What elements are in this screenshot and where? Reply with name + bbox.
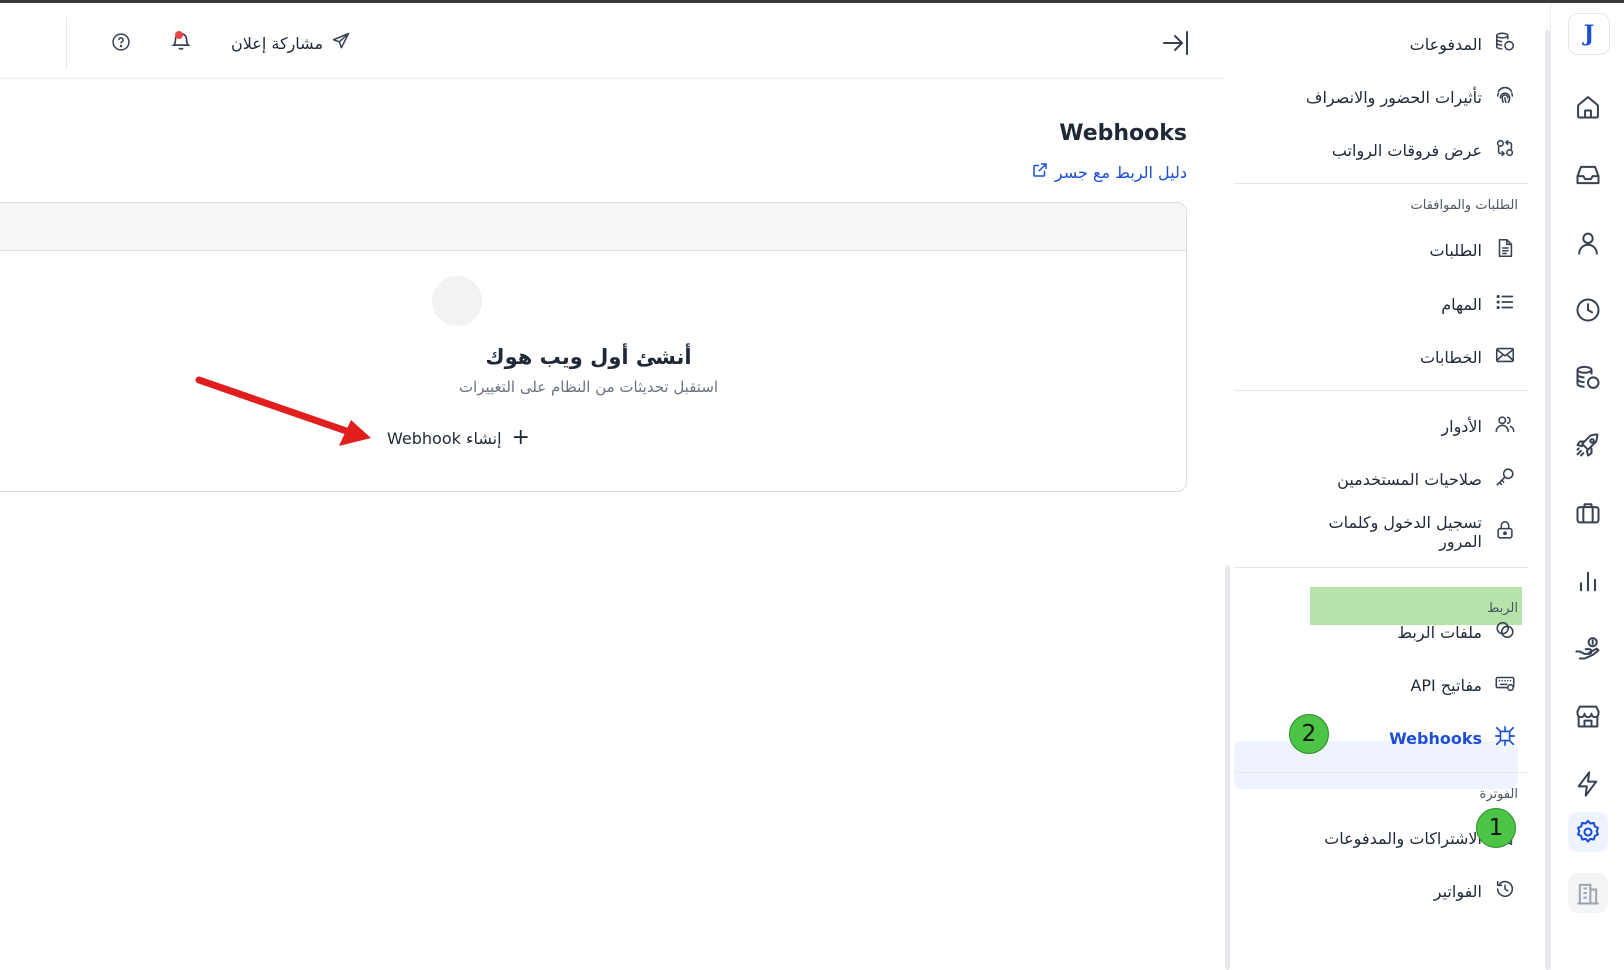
top-header: مشاركة إعلان xyxy=(0,3,1225,79)
sidebar-divider xyxy=(1234,183,1528,184)
main-content: مشاركة إعلان Webhooks دليل الربط مع جسر … xyxy=(0,3,1225,970)
mail-icon xyxy=(1494,344,1516,370)
sidebar-item-invoices[interactable]: الفواتير xyxy=(1434,878,1516,904)
icon-rail: J xyxy=(1550,3,1624,970)
sidebar-item-letters[interactable]: الخطابات xyxy=(1420,344,1516,370)
webhooks-card: أنشئ أول ويب هوك استقبل تحديثات من النظا… xyxy=(0,202,1187,492)
help-icon[interactable] xyxy=(111,32,131,52)
guide-link-label: دليل الربط مع جسر xyxy=(1054,162,1187,182)
sidebar-item-roles[interactable]: الأدوار xyxy=(1441,413,1516,439)
keyboard-icon xyxy=(1494,672,1516,698)
sidebar-divider xyxy=(1234,772,1528,773)
sidebar-item-attendance-effects[interactable]: تأثيرات الحضور والانصراف xyxy=(1306,84,1516,110)
app-logo[interactable]: J xyxy=(1568,13,1610,55)
sidebar-divider xyxy=(1234,567,1528,568)
send-icon xyxy=(331,31,351,55)
sidebar-item-integration-files[interactable]: ملفات الربط xyxy=(1397,619,1516,645)
sidebar-item-login-passwords[interactable]: تسجيل الدخول وكلمات المرور xyxy=(1312,513,1516,551)
clock-icon[interactable] xyxy=(1568,290,1608,330)
sidebar-item-payments[interactable]: المدفوعات xyxy=(1410,31,1516,57)
sidebar-item-api-keys[interactable]: مفاتيح API xyxy=(1410,672,1516,698)
external-link-icon xyxy=(1031,161,1049,183)
page-title: Webhooks xyxy=(1059,121,1187,146)
section-integration: الربط xyxy=(1487,601,1518,616)
briefcase-icon[interactable] xyxy=(1568,493,1608,533)
sidebar-divider xyxy=(1234,390,1528,391)
sidebar-item-label: صلاحيات المستخدمين xyxy=(1337,469,1482,489)
empty-state-title: أنشئ أول ويب هوك xyxy=(485,345,692,369)
sidebar-item-tasks[interactable]: المهام xyxy=(1441,291,1516,317)
header-divider xyxy=(66,17,67,69)
annotation-badge-1: 1 xyxy=(1476,808,1516,848)
users-icon xyxy=(1494,413,1516,439)
create-webhook-label: إنشاء Webhook xyxy=(387,428,502,448)
sidebar-item-label: Webhooks xyxy=(1389,728,1482,748)
building-icon[interactable] xyxy=(1568,873,1608,913)
inbox-icon[interactable] xyxy=(1568,155,1608,195)
rocket-icon[interactable] xyxy=(1568,425,1608,465)
coins-icon[interactable] xyxy=(1568,358,1608,398)
card-header xyxy=(0,203,1186,251)
sidebar-item-label: تسجيل الدخول وكلمات المرور xyxy=(1328,513,1483,551)
home-icon[interactable] xyxy=(1568,87,1608,127)
sidebar-item-label: مفاتيح API xyxy=(1410,675,1482,695)
share-announcement-button[interactable]: مشاركة إعلان xyxy=(231,31,351,55)
sidebar-item-user-permissions[interactable]: صلاحيات المستخدمين xyxy=(1337,466,1516,492)
collapse-sidebar-icon[interactable] xyxy=(1160,27,1192,59)
share-label: مشاركة إعلان xyxy=(231,33,324,53)
coins-icon xyxy=(1494,31,1516,57)
sidebar-item-label: الاشتراكات والمدفوعات xyxy=(1324,828,1482,848)
user-icon[interactable] xyxy=(1568,223,1608,263)
sidebar-item-webhooks[interactable]: Webhooks xyxy=(1389,725,1516,751)
link-circles-icon xyxy=(1494,619,1516,645)
sidebar-item-label: الأدوار xyxy=(1441,416,1482,436)
hand-coins-icon[interactable] xyxy=(1568,628,1608,668)
webhook-icon xyxy=(1494,725,1516,751)
integration-guide-link[interactable]: دليل الربط مع جسر xyxy=(1031,161,1187,183)
document-icon xyxy=(1494,237,1516,263)
sidebar-item-label: الخطابات xyxy=(1419,347,1482,367)
sidebar-item-label: المدفوعات xyxy=(1409,34,1482,54)
sidebar-item-salary-differences[interactable]: عرض فروقات الرواتب xyxy=(1332,137,1516,163)
create-webhook-button[interactable]: + إنشاء Webhook xyxy=(387,425,530,450)
annotation-badge-2: 2 xyxy=(1289,714,1329,754)
plus-icon: + xyxy=(511,425,530,450)
sidebar-item-label: عرض فروقات الرواتب xyxy=(1331,140,1482,160)
sidebar-item-label: المهام xyxy=(1441,294,1482,314)
notification-dot xyxy=(175,31,183,39)
history-icon xyxy=(1494,878,1516,904)
list-icon xyxy=(1494,291,1516,317)
sidebar-item-label: الفواتير xyxy=(1433,881,1482,901)
sidebar-item-label: الطلبات xyxy=(1429,240,1482,260)
fingerprint-icon xyxy=(1494,84,1516,110)
red-arrow-annotation xyxy=(195,376,371,446)
compare-icon xyxy=(1494,137,1516,163)
empty-state-subtitle: استقبل تحديثات من النظام على التغييرات xyxy=(458,378,719,396)
key-icon xyxy=(1494,466,1516,492)
section-requests-approvals: الطلبات والموافقات xyxy=(1410,198,1518,213)
bolt-icon[interactable] xyxy=(1568,764,1608,804)
sidebar-item-requests[interactable]: الطلبات xyxy=(1429,237,1516,263)
chart-icon[interactable] xyxy=(1568,561,1608,601)
section-billing: الفوترة xyxy=(1479,787,1518,802)
lock-icon xyxy=(1494,519,1516,545)
settings-icon[interactable] xyxy=(1568,812,1608,852)
sidebar-item-label: تأثيرات الحضور والانصراف xyxy=(1305,87,1482,107)
sidebar-item-label: ملفات الربط xyxy=(1397,622,1482,642)
store-icon[interactable] xyxy=(1568,696,1608,736)
empty-state-illustration xyxy=(432,276,482,326)
